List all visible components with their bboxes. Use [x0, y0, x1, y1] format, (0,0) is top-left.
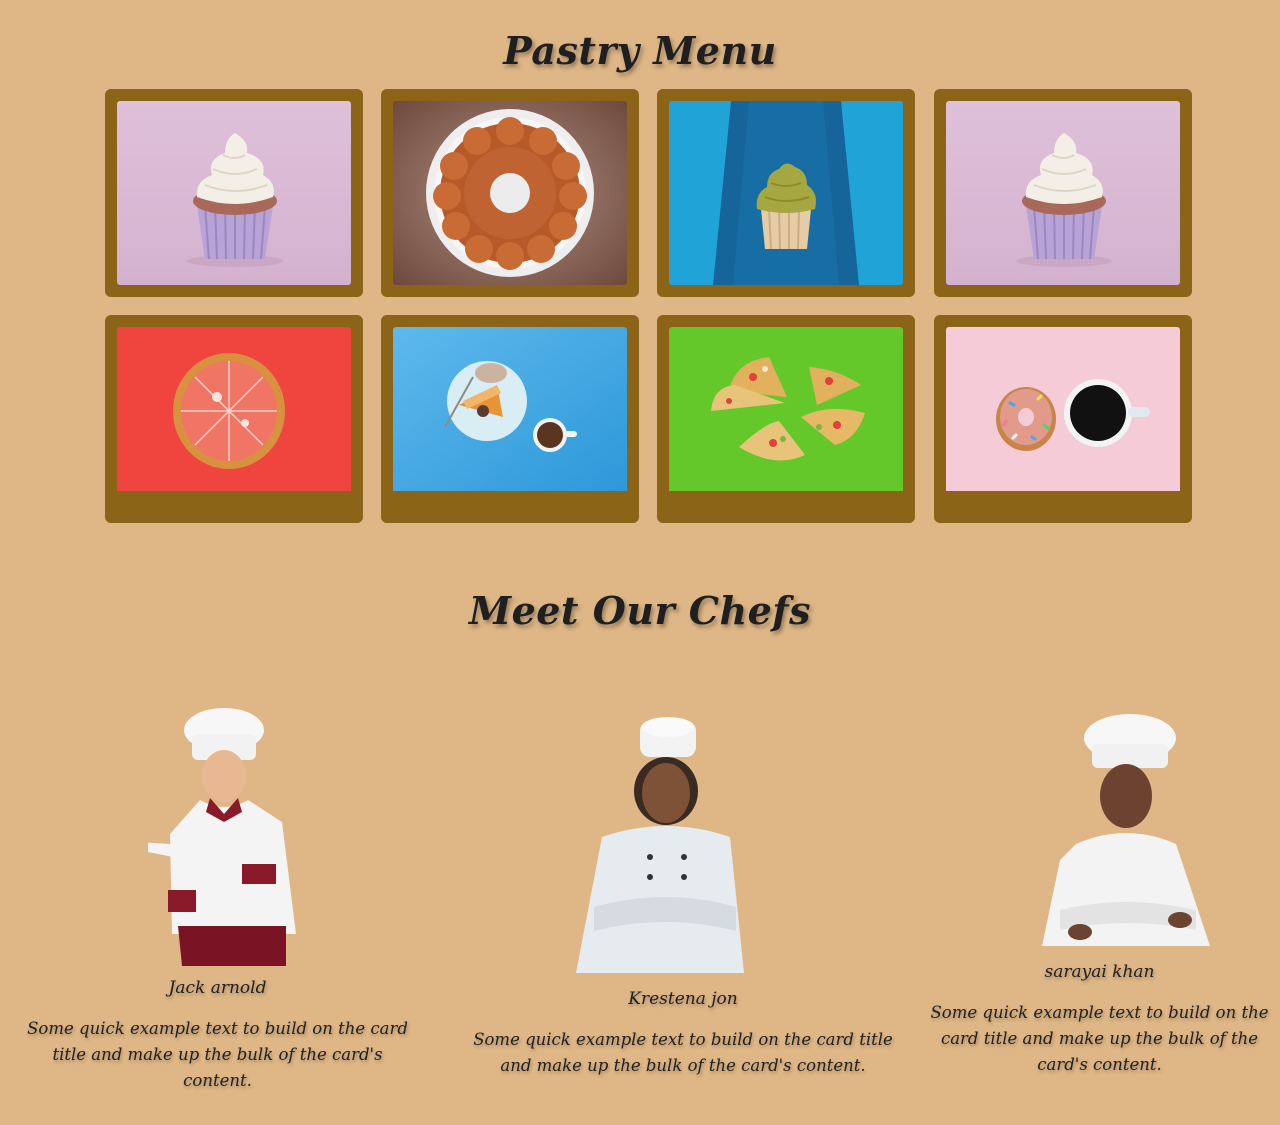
- pastry-card[interactable]: [381, 89, 639, 297]
- meet-our-chefs-title: Meet Our Chefs: [469, 588, 811, 633]
- chef-name: sarayai khan: [1044, 962, 1155, 982]
- chef-description: Some quick example text to build on the …: [27, 1019, 408, 1090]
- pastry-card[interactable]: [934, 89, 1192, 297]
- pastry-menu-title: Pastry Menu: [503, 28, 777, 73]
- cupcake-pink-photo: [946, 101, 1180, 285]
- chef-female-photo: [1040, 710, 1214, 954]
- cake-coffee-photo: [393, 327, 627, 511]
- pastry-card[interactable]: [657, 315, 915, 523]
- pastry-card[interactable]: [105, 89, 363, 297]
- chef-description: Some quick example text to build on the …: [473, 1030, 893, 1075]
- chef-card: sarayai khan Some quick example text to …: [922, 708, 1277, 1088]
- chef-card: Krestena jon Some quick example text to …: [470, 715, 896, 1095]
- chef-name: Jack arnold: [168, 978, 267, 998]
- chef-description: Some quick example text to build on the …: [930, 1003, 1269, 1074]
- green-cupcake-photo: [669, 101, 903, 285]
- pizza-red-photo: [117, 327, 351, 511]
- chef-name: Krestena jon: [628, 989, 738, 1009]
- pastry-grid: [105, 89, 1193, 523]
- chef-male-photo: [138, 704, 300, 970]
- chef-card: Jack arnold Some quick example text to b…: [20, 700, 415, 1090]
- cupcake-pink-photo: [117, 101, 351, 285]
- pastry-card[interactable]: [105, 315, 363, 523]
- pizza-slices-photo: [669, 327, 903, 511]
- chef-female-photo: [574, 717, 746, 977]
- pastry-card[interactable]: [657, 89, 915, 297]
- pastry-card[interactable]: [934, 315, 1192, 523]
- donut-coffee-photo: [946, 327, 1180, 511]
- bundt-cake-photo: [393, 101, 627, 285]
- pastry-card[interactable]: [381, 315, 639, 523]
